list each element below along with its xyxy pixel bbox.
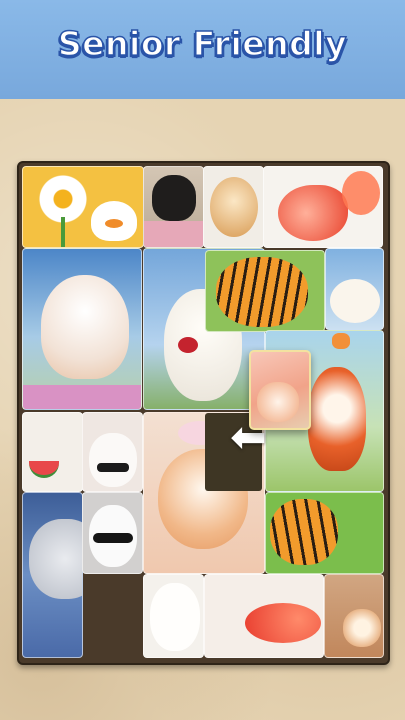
- cool-bunny-tile[interactable]: [82, 492, 143, 574]
- shiba-icon: [343, 609, 381, 647]
- smiling-cat-icon: [41, 275, 129, 379]
- goldfish-tile[interactable]: [263, 166, 383, 248]
- black-cat-tile[interactable]: [143, 166, 204, 248]
- fluffy-pup-tile[interactable]: [203, 166, 264, 248]
- white-fur-icon: [150, 583, 200, 651]
- fur-tile[interactable]: [143, 574, 204, 658]
- watermelon-icon: [29, 461, 59, 478]
- fluffy-puppy-icon: [210, 177, 258, 237]
- fox-icon: [308, 367, 366, 471]
- black-cat-icon: [152, 175, 196, 221]
- snow-leopard-tile[interactable]: [22, 492, 83, 658]
- flower-cat-tile[interactable]: [22, 248, 142, 410]
- bunny-tile[interactable]: [82, 412, 143, 492]
- lamb-tile[interactable]: [325, 248, 384, 330]
- kitten-face-icon: [257, 382, 299, 422]
- watermelon-tile[interactable]: [22, 412, 83, 492]
- tiger-tile[interactable]: [205, 250, 325, 332]
- page-title: Senior Friendly: [57, 23, 348, 64]
- tiger-cub-icon: [216, 257, 308, 327]
- tiger-paw-tile[interactable]: [265, 492, 384, 574]
- dragged-kitten-tile[interactable]: [249, 350, 311, 430]
- daisy-duck-tile[interactable]: [22, 166, 144, 248]
- tiger-paw-icon: [270, 499, 338, 565]
- shiba-tile[interactable]: [324, 574, 384, 658]
- koi-icon: [245, 603, 321, 643]
- snow-leopard-icon: [29, 519, 82, 599]
- koi-tile[interactable]: [204, 574, 324, 658]
- bunny-icon: [89, 433, 137, 487]
- header-banner: Senior Friendly: [0, 0, 405, 99]
- lamb-icon: [330, 279, 380, 323]
- goldfish-icon: [278, 185, 348, 241]
- duck-icon: [91, 201, 137, 241]
